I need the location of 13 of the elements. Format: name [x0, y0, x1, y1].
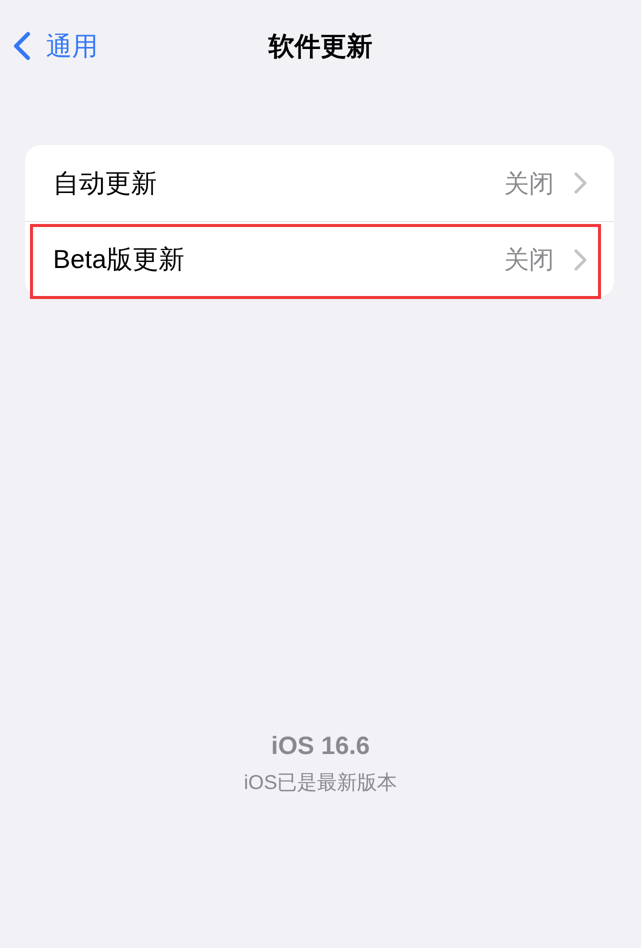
- row-label: 自动更新: [53, 166, 158, 200]
- version-text: iOS 16.6: [271, 732, 370, 761]
- settings-row[interactable]: 自动更新 关闭: [25, 145, 614, 221]
- row-value: 关闭: [504, 168, 554, 200]
- row-value: 关闭: [504, 245, 554, 276]
- chevron-left-icon: [13, 31, 31, 61]
- status-text: iOS已是最新版本: [244, 771, 398, 796]
- chevron-right-icon: [574, 172, 587, 194]
- settings-row[interactable]: Beta版更新 关闭: [25, 221, 614, 297]
- page-title: 软件更新: [268, 30, 372, 62]
- chevron-right-icon: [574, 248, 587, 270]
- back-button[interactable]: 通用: [0, 28, 98, 64]
- row-label: Beta版更新: [53, 243, 186, 276]
